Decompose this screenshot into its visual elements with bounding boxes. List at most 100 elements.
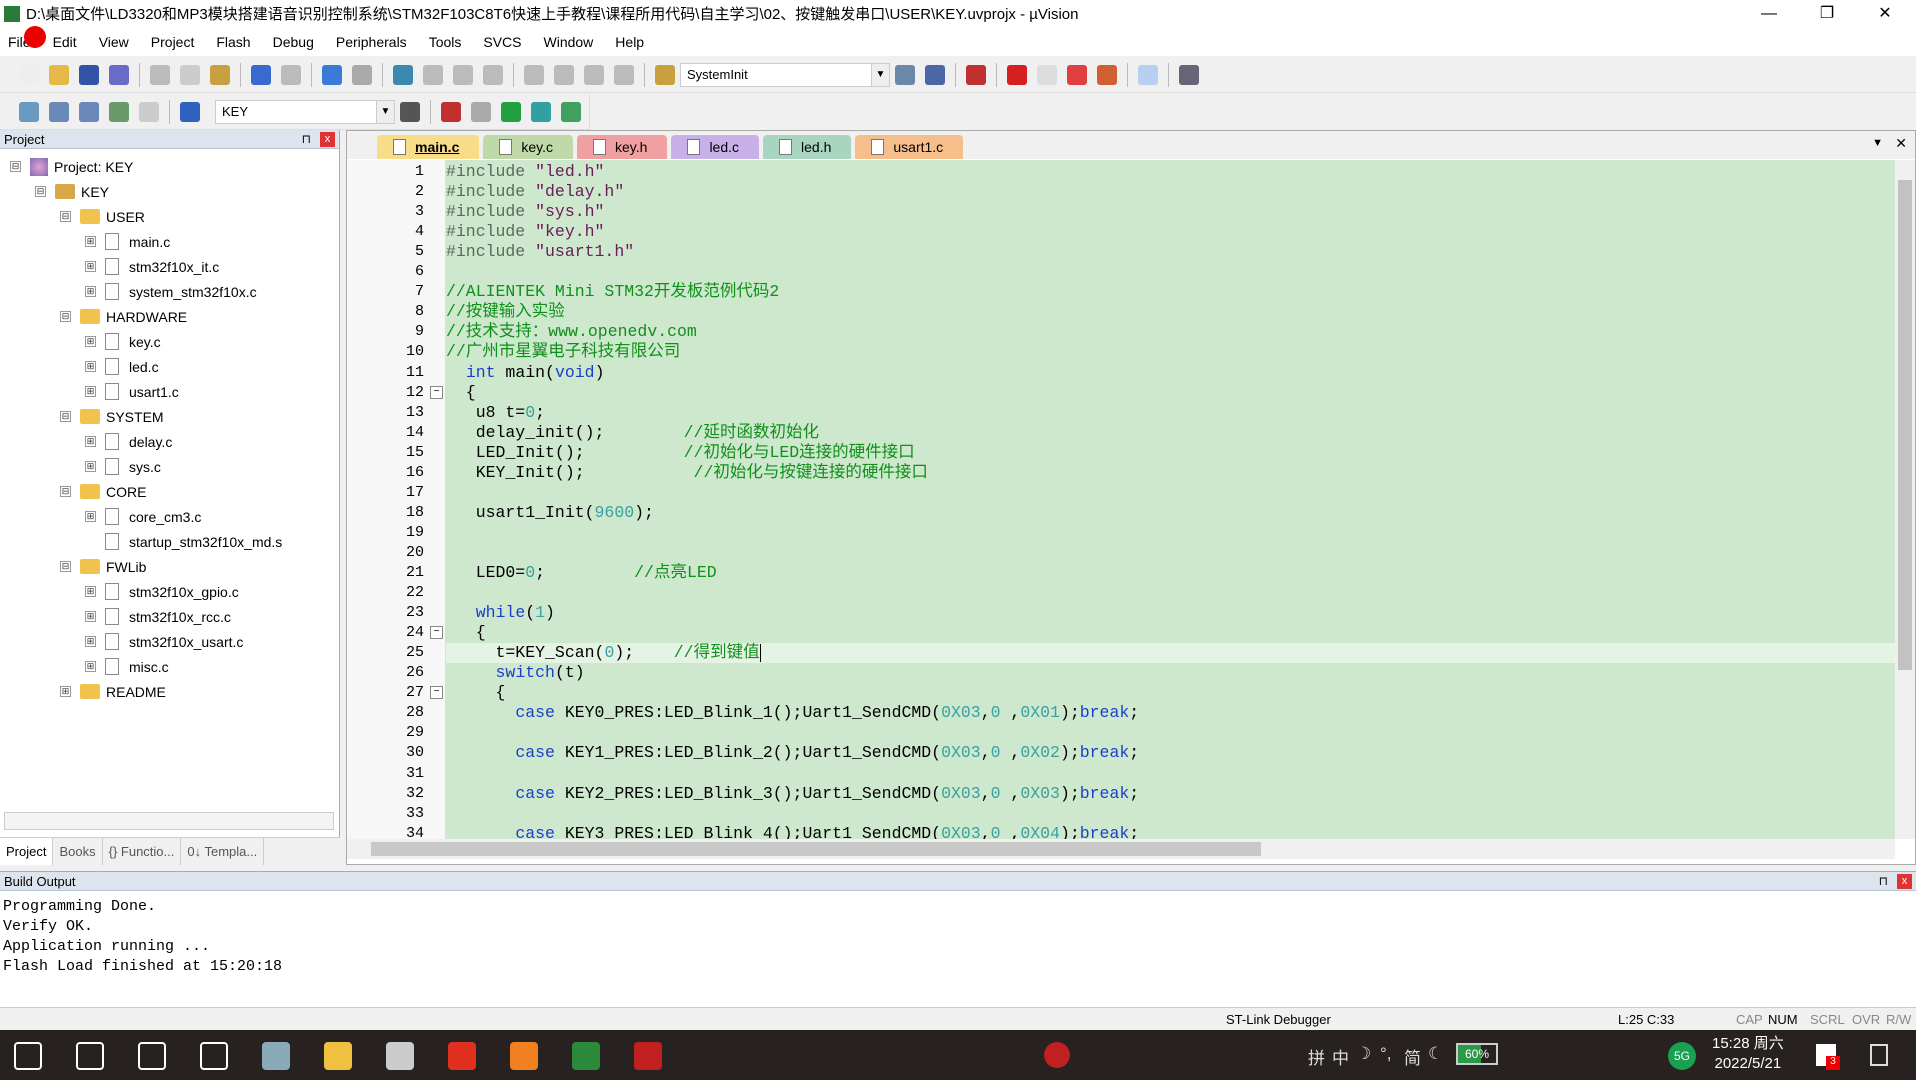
tab-led-h[interactable]: led.h [763, 135, 852, 159]
tab-key-h[interactable]: key.h [577, 135, 668, 159]
close-tab-icon[interactable]: ✕ [1895, 135, 1907, 152]
tray-ime-icon[interactable]: 简 [1404, 1044, 1421, 1069]
code-line[interactable]: #include "led.h" [446, 162, 1895, 182]
manage-rte-icon[interactable] [531, 101, 551, 122]
collapse-icon[interactable]: ⊟ [10, 161, 21, 172]
pack-installer-icon[interactable] [561, 101, 581, 122]
expand-icon[interactable]: ⊞ [85, 336, 96, 347]
find-combo[interactable]: SystemInit ▼ [680, 62, 890, 87]
next-bookmark-icon[interactable] [453, 64, 473, 85]
tree-item[interactable]: ⊞ misc.c [85, 654, 169, 679]
pin-icon[interactable]: ⊓ [302, 130, 311, 149]
stc-icon[interactable] [634, 1042, 662, 1070]
expand-icon[interactable]: ⊞ [85, 511, 96, 522]
redo-icon[interactable] [281, 64, 301, 85]
tab-led-c[interactable]: led.c [671, 135, 760, 159]
code-line[interactable] [446, 483, 1895, 503]
breakpoint-disable-icon[interactable] [1037, 64, 1057, 85]
tree-item[interactable]: ⊞ stm32f10x_gpio.c [85, 579, 239, 604]
app-icon[interactable] [510, 1042, 538, 1070]
incremental-find-icon[interactable] [925, 64, 945, 85]
code-area[interactable]: 1 2 3 4 5 6 7 8 9 10 11 12 13 14 15 16 17 18 19 20 21 22 23 24 2… [347, 160, 1895, 839]
expand-icon[interactable]: ⊞ [85, 661, 96, 672]
expand-icon[interactable]: ⊞ [85, 436, 96, 447]
file-explorer-icon[interactable] [324, 1042, 352, 1070]
wps-icon[interactable] [448, 1042, 476, 1070]
search-icon[interactable] [76, 1042, 104, 1070]
menu-project[interactable]: Project [151, 34, 195, 50]
collapse-icon[interactable]: ⊟ [35, 186, 46, 197]
nav-back-icon[interactable] [322, 64, 342, 85]
code-line[interactable]: int main(void) [446, 363, 1895, 383]
app-icon[interactable] [386, 1042, 414, 1070]
tab-key-c[interactable]: key.c [483, 135, 573, 159]
close-panel-button[interactable]: x [320, 132, 335, 147]
fold-toggle-icon[interactable]: − [430, 626, 443, 640]
menu-view[interactable]: View [99, 34, 129, 50]
menu-edit[interactable]: Edit [53, 34, 77, 50]
manage-project-icon[interactable] [441, 101, 461, 122]
target-options-icon[interactable] [400, 101, 420, 122]
code-line[interactable]: KEY_Init(); //初始化与按键连接的硬件接口 [446, 463, 1895, 483]
configure-icon[interactable] [1179, 64, 1199, 85]
code-line[interactable]: u8 t=0; [446, 403, 1895, 423]
pin-icon[interactable]: ⊓ [1879, 872, 1888, 891]
vertical-scrollbar[interactable] [1895, 160, 1915, 839]
code-line[interactable]: { [446, 683, 1895, 703]
cortana-icon[interactable] [138, 1042, 166, 1070]
tree-item[interactable]: ⊞ usart1.c [85, 379, 179, 404]
code-line[interactable]: case KEY0_PRES:LED_Blink_1();Uart1_SendC… [446, 703, 1895, 723]
new-file-icon[interactable] [19, 64, 39, 85]
panel-tab-2[interactable]: {} Functio... [103, 838, 182, 865]
tree-item[interactable]: ⊟ KEY [35, 179, 109, 204]
tree-item[interactable]: startup_stm32f10x_md.s [85, 529, 282, 554]
find-in-files-icon[interactable] [655, 64, 675, 85]
tree-item[interactable]: ⊟ FWLib [60, 554, 146, 579]
tree-item[interactable]: ⊟ Project: KEY [10, 154, 133, 179]
horizontal-scrollbar[interactable] [347, 839, 1895, 859]
rebuild-icon[interactable] [79, 101, 99, 122]
minimize-button[interactable]: — [1746, 0, 1792, 27]
code-line[interactable] [446, 262, 1895, 282]
collapse-icon[interactable]: ⊟ [60, 411, 71, 422]
code-line[interactable]: #include "sys.h" [446, 202, 1895, 222]
code-line[interactable]: case KEY3_PRES:LED_Blink_4();Uart1_SendC… [446, 824, 1895, 839]
tree-item[interactable]: ⊟ HARDWARE [60, 304, 187, 329]
close-button[interactable]: ✕ [1862, 0, 1908, 27]
code-line[interactable]: #include "key.h" [446, 222, 1895, 242]
code-line[interactable]: //ALIENTEK Mini STM32开发板范例代码2 [446, 282, 1895, 302]
expand-icon[interactable]: ⊞ [60, 686, 71, 697]
code-line[interactable]: LED0=0; //点亮LED [446, 563, 1895, 583]
collapse-icon[interactable]: ⊟ [60, 311, 71, 322]
open-icon[interactable] [49, 64, 69, 85]
start-icon[interactable] [14, 1042, 42, 1070]
menu-svcs[interactable]: SVCS [483, 34, 521, 50]
indent-icon[interactable] [524, 64, 544, 85]
expand-icon[interactable]: ⊞ [85, 286, 96, 297]
clock[interactable]: 15:28 周六 2022/5/21 [1712, 1034, 1784, 1074]
select-packs-icon[interactable] [501, 101, 521, 122]
expand-icon[interactable]: ⊞ [85, 361, 96, 372]
bookmark-icon[interactable] [393, 64, 413, 85]
tree-item[interactable]: ⊞ system_stm32f10x.c [85, 279, 257, 304]
chevron-down-icon[interactable]: ▼ [871, 63, 889, 86]
translate-icon[interactable] [19, 101, 39, 122]
menu-peripherals[interactable]: Peripherals [336, 34, 407, 50]
expand-icon[interactable]: ⊞ [85, 636, 96, 647]
tray-ime-icon[interactable]: 拼 [1308, 1044, 1325, 1069]
menu-debug[interactable]: Debug [273, 34, 314, 50]
build-icon[interactable] [49, 101, 69, 122]
window-layout-icon[interactable] [1138, 64, 1158, 85]
tab-main-c[interactable]: main.c [377, 135, 480, 159]
code-line[interactable] [446, 764, 1895, 784]
collapse-icon[interactable]: ⊟ [60, 561, 71, 572]
menu-tools[interactable]: Tools [429, 34, 462, 50]
task-view-icon[interactable] [200, 1042, 228, 1070]
batch-build-icon[interactable] [109, 101, 129, 122]
tree-item[interactable]: ⊟ SYSTEM [60, 404, 164, 429]
nav-forward-icon[interactable] [352, 64, 372, 85]
code-line[interactable]: case KEY1_PRES:LED_Blink_2();Uart1_SendC… [446, 743, 1895, 763]
code-line[interactable] [446, 543, 1895, 563]
code-line[interactable]: #include "usart1.h" [446, 242, 1895, 262]
expand-icon[interactable]: ⊞ [85, 611, 96, 622]
